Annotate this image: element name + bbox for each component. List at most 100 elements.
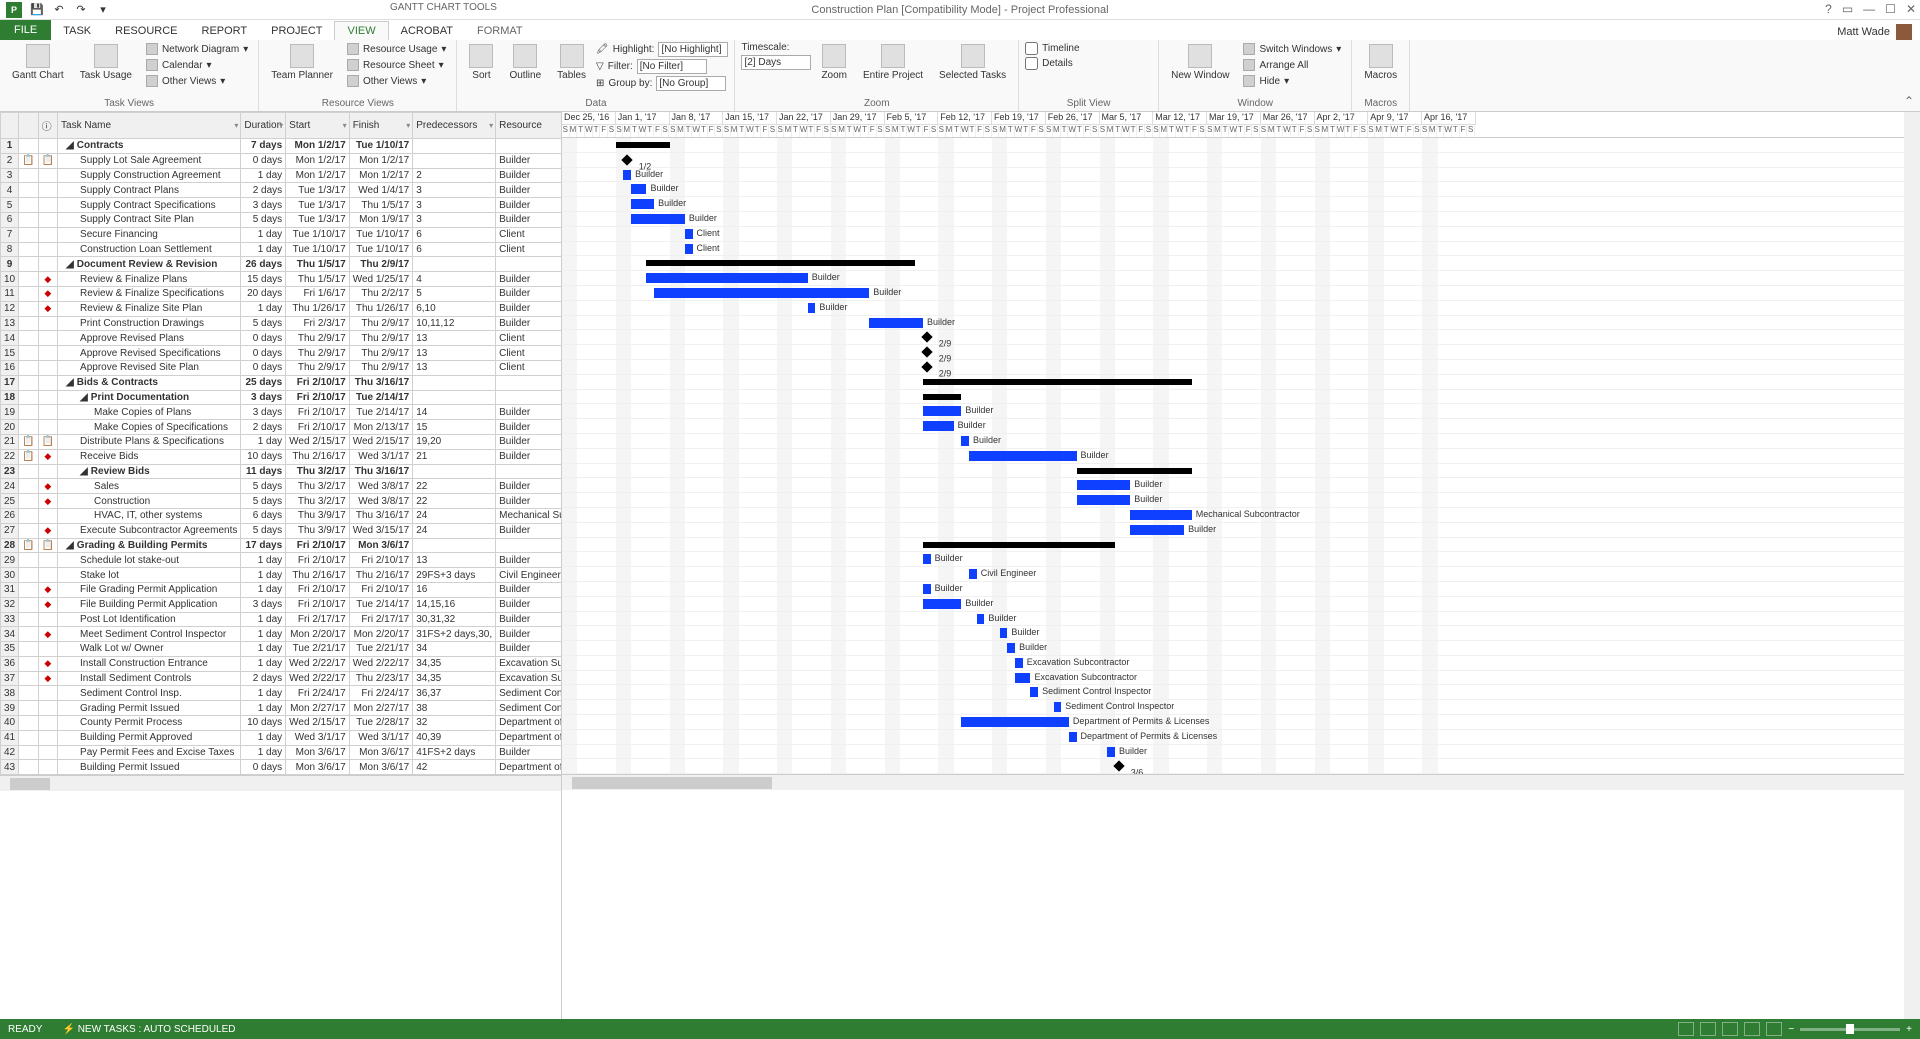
table-row[interactable]: 28📋📋◢ Grading & Building Permits17 daysF… (1, 538, 563, 553)
outline-button[interactable]: Outline (503, 42, 547, 83)
table-row[interactable]: 17◢ Bids & Contracts25 daysFri 2/10/17Th… (1, 375, 563, 390)
tab-project[interactable]: PROJECT (259, 22, 334, 40)
summary-bar[interactable] (923, 542, 1115, 548)
arrange-all-button[interactable]: Arrange All (1239, 58, 1345, 72)
table-row[interactable]: 12◆Review & Finalize Site Plan1 dayThu 1… (1, 301, 563, 316)
table-row[interactable]: 39Grading Permit Issued1 dayMon 2/27/17M… (1, 701, 563, 716)
table-row[interactable]: 15Approve Revised Specifications0 daysTh… (1, 346, 563, 361)
view-gantt-button[interactable] (1678, 1022, 1694, 1036)
table-row[interactable]: 8Construction Loan Settlement1 dayTue 1/… (1, 242, 563, 257)
entire-project-button[interactable]: Entire Project (857, 42, 929, 83)
ribbon-options-icon[interactable]: ▭ (1842, 2, 1853, 16)
view-resource-sheet-button[interactable] (1744, 1022, 1760, 1036)
table-row[interactable]: 30Stake lot1 dayThu 2/16/17Thu 2/16/1729… (1, 568, 563, 583)
milestone[interactable]: 2/9 (921, 346, 932, 357)
help-icon[interactable]: ? (1825, 2, 1832, 16)
table-row[interactable]: 10◆Review & Finalize Plans15 daysThu 1/5… (1, 272, 563, 287)
gantt-row[interactable]: Builder (562, 597, 1920, 612)
milestone[interactable]: 3/6 (1113, 761, 1124, 772)
timescale-combo[interactable]: Timescale: (741, 42, 811, 53)
view-task-usage-button[interactable] (1700, 1022, 1716, 1036)
gantt-row[interactable]: Builder (562, 168, 1920, 183)
tab-view[interactable]: VIEW (334, 21, 388, 40)
gantt-row[interactable]: Client (562, 242, 1920, 257)
gantt-row[interactable]: Builder (562, 493, 1920, 508)
col-resource[interactable]: Resource▾ (496, 113, 562, 139)
task-bar[interactable]: Builder (923, 421, 954, 431)
col-duration[interactable]: Duration▾ (241, 113, 286, 139)
table-row[interactable]: 38Sediment Control Insp.1 dayFri 2/24/17… (1, 686, 563, 701)
gantt-row[interactable] (562, 464, 1920, 479)
undo-icon[interactable]: ↶ (52, 3, 66, 17)
highlight-combo[interactable]: 🖍Highlight:[No Highlight] (596, 42, 728, 57)
resource-sheet-button[interactable]: Resource Sheet ▾ (343, 58, 451, 72)
zoom-in-button[interactable]: + (1906, 1024, 1912, 1035)
gantt-row[interactable] (562, 390, 1920, 405)
gantt-row[interactable]: Builder (562, 552, 1920, 567)
switch-windows-button[interactable]: Switch Windows ▾ (1239, 42, 1345, 56)
col-indicator1[interactable] (19, 113, 38, 139)
gantt-row[interactable]: Builder (562, 212, 1920, 227)
milestone[interactable]: 2/9 (921, 361, 932, 372)
macros-button[interactable]: Macros (1358, 42, 1403, 83)
gantt-h-scrollbar[interactable] (562, 774, 1920, 790)
task-bar[interactable]: Builder (923, 406, 961, 416)
gantt-row[interactable]: Builder (562, 197, 1920, 212)
task-bar[interactable]: Builder (1130, 525, 1184, 535)
view-team-planner-button[interactable] (1722, 1022, 1738, 1036)
task-bar[interactable]: Builder (1000, 628, 1008, 638)
task-usage-button[interactable]: Task Usage (74, 42, 138, 83)
table-row[interactable]: 18◢ Print Documentation3 daysFri 2/10/17… (1, 390, 563, 405)
timeline-checkbox[interactable]: Timeline (1025, 42, 1079, 55)
task-bar[interactable]: Department of Permits & Licenses (1069, 732, 1077, 742)
timescale-value[interactable]: [2] Days (741, 55, 811, 70)
task-bar[interactable]: Builder (1077, 495, 1131, 505)
task-bar[interactable]: Builder (1107, 747, 1115, 757)
gantt-row[interactable]: Department of Permits & Licenses (562, 715, 1920, 730)
task-bar[interactable]: Builder (631, 199, 654, 209)
gantt-row[interactable]: 2/9 (562, 360, 1920, 375)
table-row[interactable]: 4Supply Contract Plans2 daysTue 1/3/17We… (1, 183, 563, 198)
table-row[interactable]: 2📋📋Supply Lot Sale Agreement0 daysMon 1/… (1, 153, 563, 168)
task-bar[interactable]: Sediment Control Inspector (1030, 687, 1038, 697)
table-row[interactable]: 22📋◆Receive Bids10 daysThu 2/16/17Wed 3/… (1, 449, 563, 464)
gantt-row[interactable]: Builder (562, 612, 1920, 627)
gantt-row[interactable] (562, 375, 1920, 390)
table-row[interactable]: 25◆Construction5 daysThu 3/2/17Wed 3/8/1… (1, 494, 563, 509)
gantt-row[interactable]: 2/9 (562, 330, 1920, 345)
gantt-row[interactable]: Excavation Subcontractor (562, 656, 1920, 671)
table-row[interactable]: 31◆File Grading Permit Application1 dayF… (1, 582, 563, 597)
table-row[interactable]: 16Approve Revised Site Plan0 daysThu 2/9… (1, 360, 563, 375)
task-bar[interactable]: Builder (923, 584, 931, 594)
gantt-v-scrollbar[interactable] (1904, 112, 1920, 1019)
hide-button[interactable]: Hide ▾ (1239, 74, 1345, 88)
zoom-button[interactable]: Zoom (815, 42, 853, 83)
gantt-row[interactable]: Builder (562, 641, 1920, 656)
close-icon[interactable]: ✕ (1906, 2, 1916, 16)
gantt-row[interactable] (562, 138, 1920, 153)
col-task-name[interactable]: Task Name▾ (58, 113, 241, 139)
gantt-row[interactable]: Sediment Control Inspector (562, 700, 1920, 715)
gantt-row[interactable]: Builder (562, 404, 1920, 419)
tab-task[interactable]: TASK (51, 22, 103, 40)
gantt-row[interactable]: Mechanical Subcontractor (562, 508, 1920, 523)
task-bar[interactable]: Mechanical Subcontractor (1130, 510, 1191, 520)
task-bar[interactable]: Department of Permits & Licenses (961, 717, 1069, 727)
table-row[interactable]: 20Make Copies of Specifications2 daysFri… (1, 420, 563, 435)
zoom-slider[interactable] (1800, 1028, 1900, 1031)
table-row[interactable]: 11◆Review & Finalize Specifications20 da… (1, 286, 563, 301)
col-info[interactable]: ⓘ (38, 113, 57, 139)
gantt-row[interactable]: Builder (562, 523, 1920, 538)
tab-report[interactable]: REPORT (190, 22, 260, 40)
collapse-ribbon-icon[interactable]: ⌃ (1904, 94, 1914, 108)
table-row[interactable]: 32◆File Building Permit Application3 day… (1, 597, 563, 612)
gantt-row[interactable]: Builder (562, 316, 1920, 331)
sort-button[interactable]: Sort (463, 42, 499, 83)
table-row[interactable]: 27◆Execute Subcontractor Agreements5 day… (1, 523, 563, 538)
task-bar[interactable]: Builder (623, 170, 631, 180)
table-row[interactable]: 5Supply Contract Specifications3 daysTue… (1, 198, 563, 213)
gantt-row[interactable]: Builder (562, 626, 1920, 641)
table-row[interactable]: 33Post Lot Identification1 dayFri 2/17/1… (1, 612, 563, 627)
table-row[interactable]: 21📋📋Distribute Plans & Specifications1 d… (1, 434, 563, 449)
tab-format[interactable]: FORMAT (465, 22, 535, 40)
